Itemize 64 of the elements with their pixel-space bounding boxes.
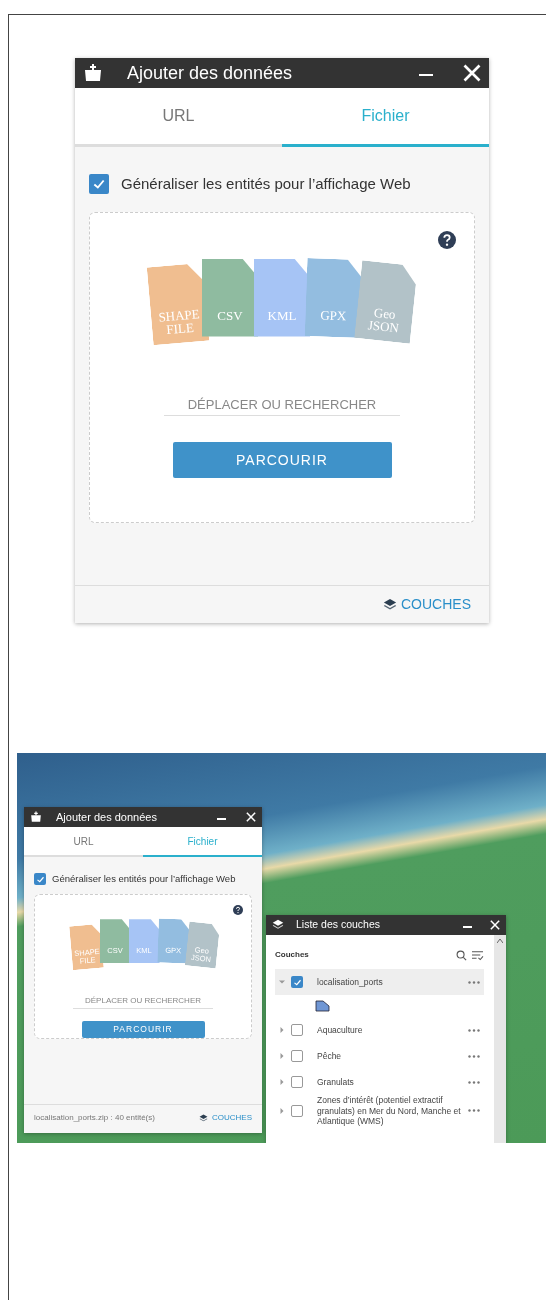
drop-zone[interactable]: SHAPE FILE CSV KML GPX Geo JSON DÉPLACER OU RECHERCHER PARCOURIR	[89, 211, 475, 524]
more-icon[interactable]	[468, 1080, 480, 1084]
help-icon[interactable]	[438, 230, 456, 249]
tab[interactable]: Fichier	[282, 88, 489, 147]
layer-row[interactable]: Pêche	[275, 1043, 484, 1069]
file-type-card: Geo JSON	[354, 259, 418, 344]
layer-row[interactable]: Granulats	[275, 1069, 484, 1095]
layers-icon	[383, 597, 397, 612]
bag-plus-icon	[30, 811, 42, 823]
dialog-title: Ajouter des données	[56, 809, 158, 825]
search-icon[interactable]	[456, 949, 467, 961]
checkbox[interactable]	[89, 174, 109, 195]
layer-row[interactable]: localisation_ports	[275, 969, 484, 995]
panel-title: Liste des couches	[296, 917, 382, 933]
layers-icon	[199, 1113, 208, 1123]
checkbox-label: Généraliser les entités pour l’affichage Web	[52, 872, 236, 886]
checkbox[interactable]	[291, 1050, 303, 1062]
caret-right-icon[interactable]	[279, 1053, 285, 1059]
tab[interactable]: Fichier	[143, 827, 262, 857]
close-icon[interactable]	[490, 920, 500, 930]
checkbox[interactable]	[291, 1104, 303, 1117]
more-icon[interactable]	[468, 1109, 480, 1113]
section-header: Couches	[275, 949, 310, 961]
more-icon[interactable]	[468, 1028, 480, 1032]
status-text: localisation_ports.zip : 40 entité(s)	[34, 1112, 156, 1125]
layers-icon	[272, 919, 284, 931]
minimize-icon[interactable]	[419, 73, 433, 77]
close-icon[interactable]	[463, 64, 481, 82]
check-icon	[35, 874, 45, 884]
layer-row[interactable]: Zones d’intérêt (potentiel extractif granulats) en Mer du Nord, Manche et Atlantique (WMS)	[275, 1095, 484, 1127]
layer-name: Aquaculture	[317, 1024, 364, 1036]
layers-link[interactable]: COUCHES	[199, 1112, 252, 1125]
tab[interactable]: URL	[24, 827, 143, 857]
caret-right-icon[interactable]	[279, 1079, 285, 1085]
checkbox[interactable]	[291, 1024, 303, 1036]
polygon-symbol-icon	[315, 1000, 330, 1012]
dialog-title: Ajouter des données	[127, 61, 294, 85]
help-icon[interactable]	[233, 905, 243, 916]
scroll-up-icon[interactable]	[497, 939, 503, 943]
browse-button[interactable]: PARCOURIR	[172, 442, 392, 479]
caret-right-icon[interactable]	[279, 1027, 285, 1033]
more-icon[interactable]	[468, 980, 480, 984]
bag-plus-icon	[83, 63, 103, 83]
browse-button[interactable]: PARCOURIR	[81, 1021, 205, 1039]
layer-name: Granulats	[317, 1076, 355, 1088]
tab[interactable]: URL	[75, 88, 282, 147]
checkbox[interactable]	[291, 1076, 303, 1088]
checkbox[interactable]	[291, 976, 303, 988]
caret-down-icon[interactable]	[279, 979, 285, 985]
layer-name: Zones d’intérêt (potentiel extractif granulats) en Mer du Nord, Manche et Atlantique (WMS)	[317, 1095, 462, 1127]
scrollbar[interactable]	[494, 935, 506, 1143]
drop-hint: DÉPLACER OU RECHERCHER	[73, 995, 213, 1010]
layers-link[interactable]: COUCHES	[383, 594, 471, 616]
layer-row[interactable]: Aquaculture	[275, 1017, 484, 1043]
drop-hint: DÉPLACER OU RECHERCHER	[164, 394, 400, 417]
caret-right-icon[interactable]	[279, 1107, 285, 1114]
checkbox-label: Généraliser les entités pour l’affichage Web	[121, 174, 411, 194]
filter-list-icon[interactable]	[471, 949, 484, 961]
checkbox[interactable]	[34, 873, 46, 886]
check-icon	[292, 977, 302, 987]
layer-name: Pêche	[317, 1050, 343, 1062]
close-icon[interactable]	[246, 812, 256, 822]
layer-name: localisation_ports	[317, 976, 384, 988]
more-icon[interactable]	[468, 1054, 480, 1058]
